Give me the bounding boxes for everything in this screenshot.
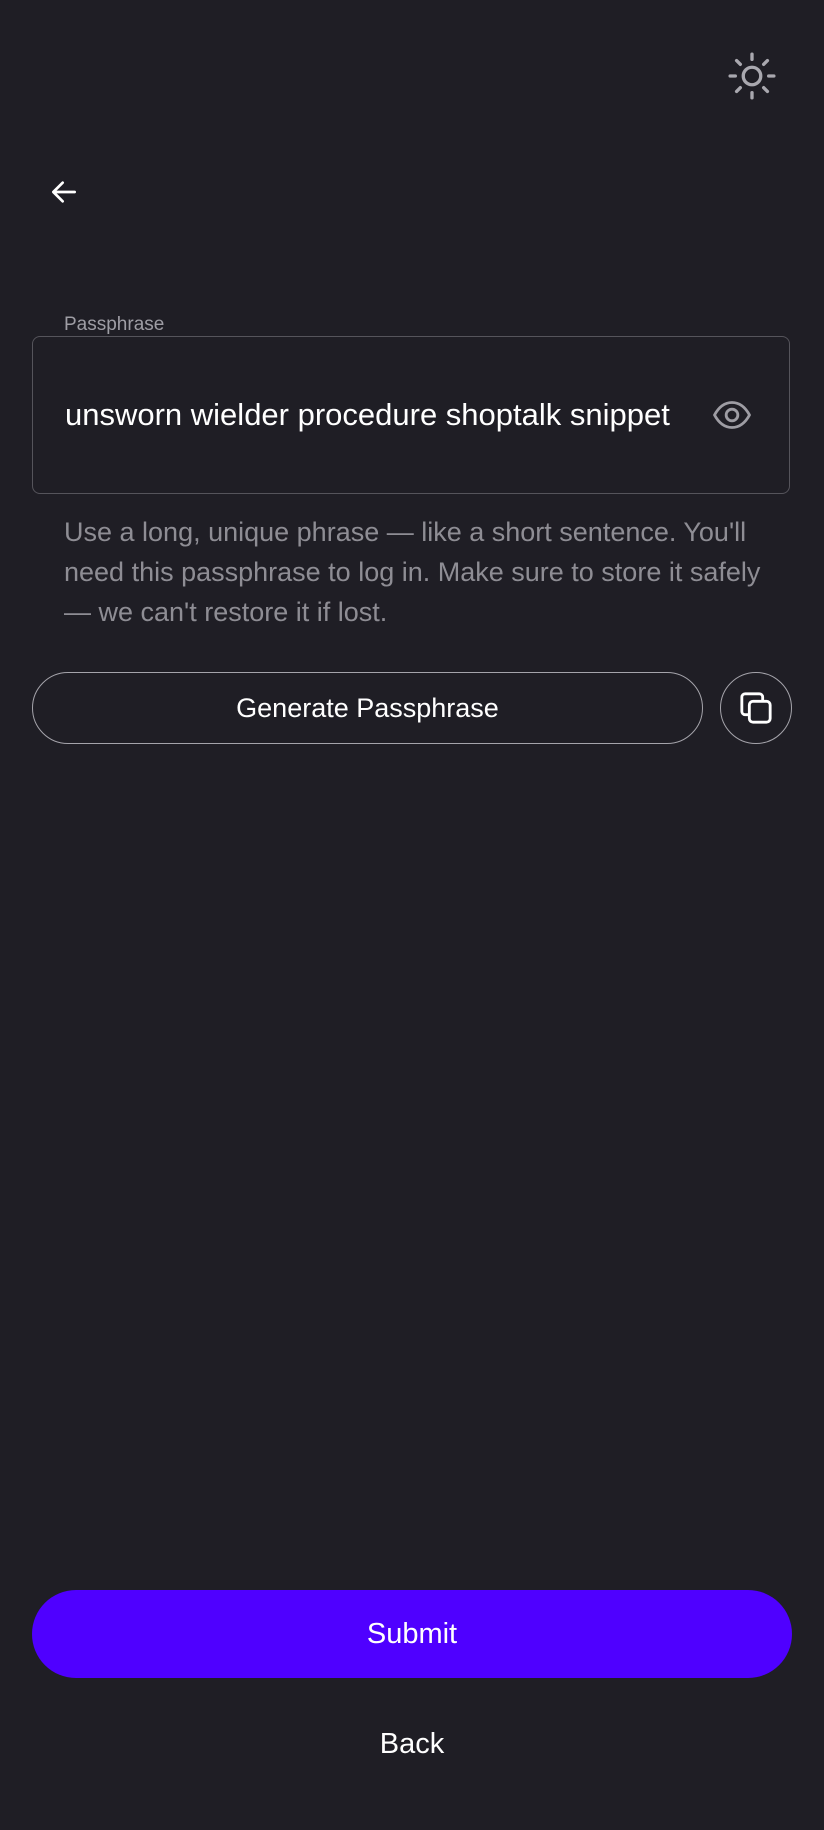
eye-icon <box>713 401 751 429</box>
passphrase-input[interactable] <box>65 337 745 493</box>
back-button[interactable]: Back <box>312 1716 512 1772</box>
passphrase-label: Passphrase <box>64 314 165 335</box>
copy-passphrase-button[interactable] <box>720 672 792 744</box>
passphrase-helper-text: Use a long, unique phrase — like a short… <box>64 517 761 627</box>
passphrase-field <box>32 336 790 494</box>
submit-button[interactable]: Submit <box>32 1590 792 1678</box>
sun-icon <box>728 52 776 100</box>
theme-toggle-button[interactable] <box>724 48 780 104</box>
copy-icon <box>740 692 772 724</box>
back-arrow-button[interactable] <box>40 168 88 216</box>
passphrase-screen: Passphrase Use a long, unique phrase — l… <box>0 0 824 1830</box>
generate-passphrase-button[interactable]: Generate Passphrase <box>32 672 703 744</box>
arrow-left-icon <box>52 181 76 203</box>
toggle-visibility-button[interactable] <box>711 394 753 436</box>
